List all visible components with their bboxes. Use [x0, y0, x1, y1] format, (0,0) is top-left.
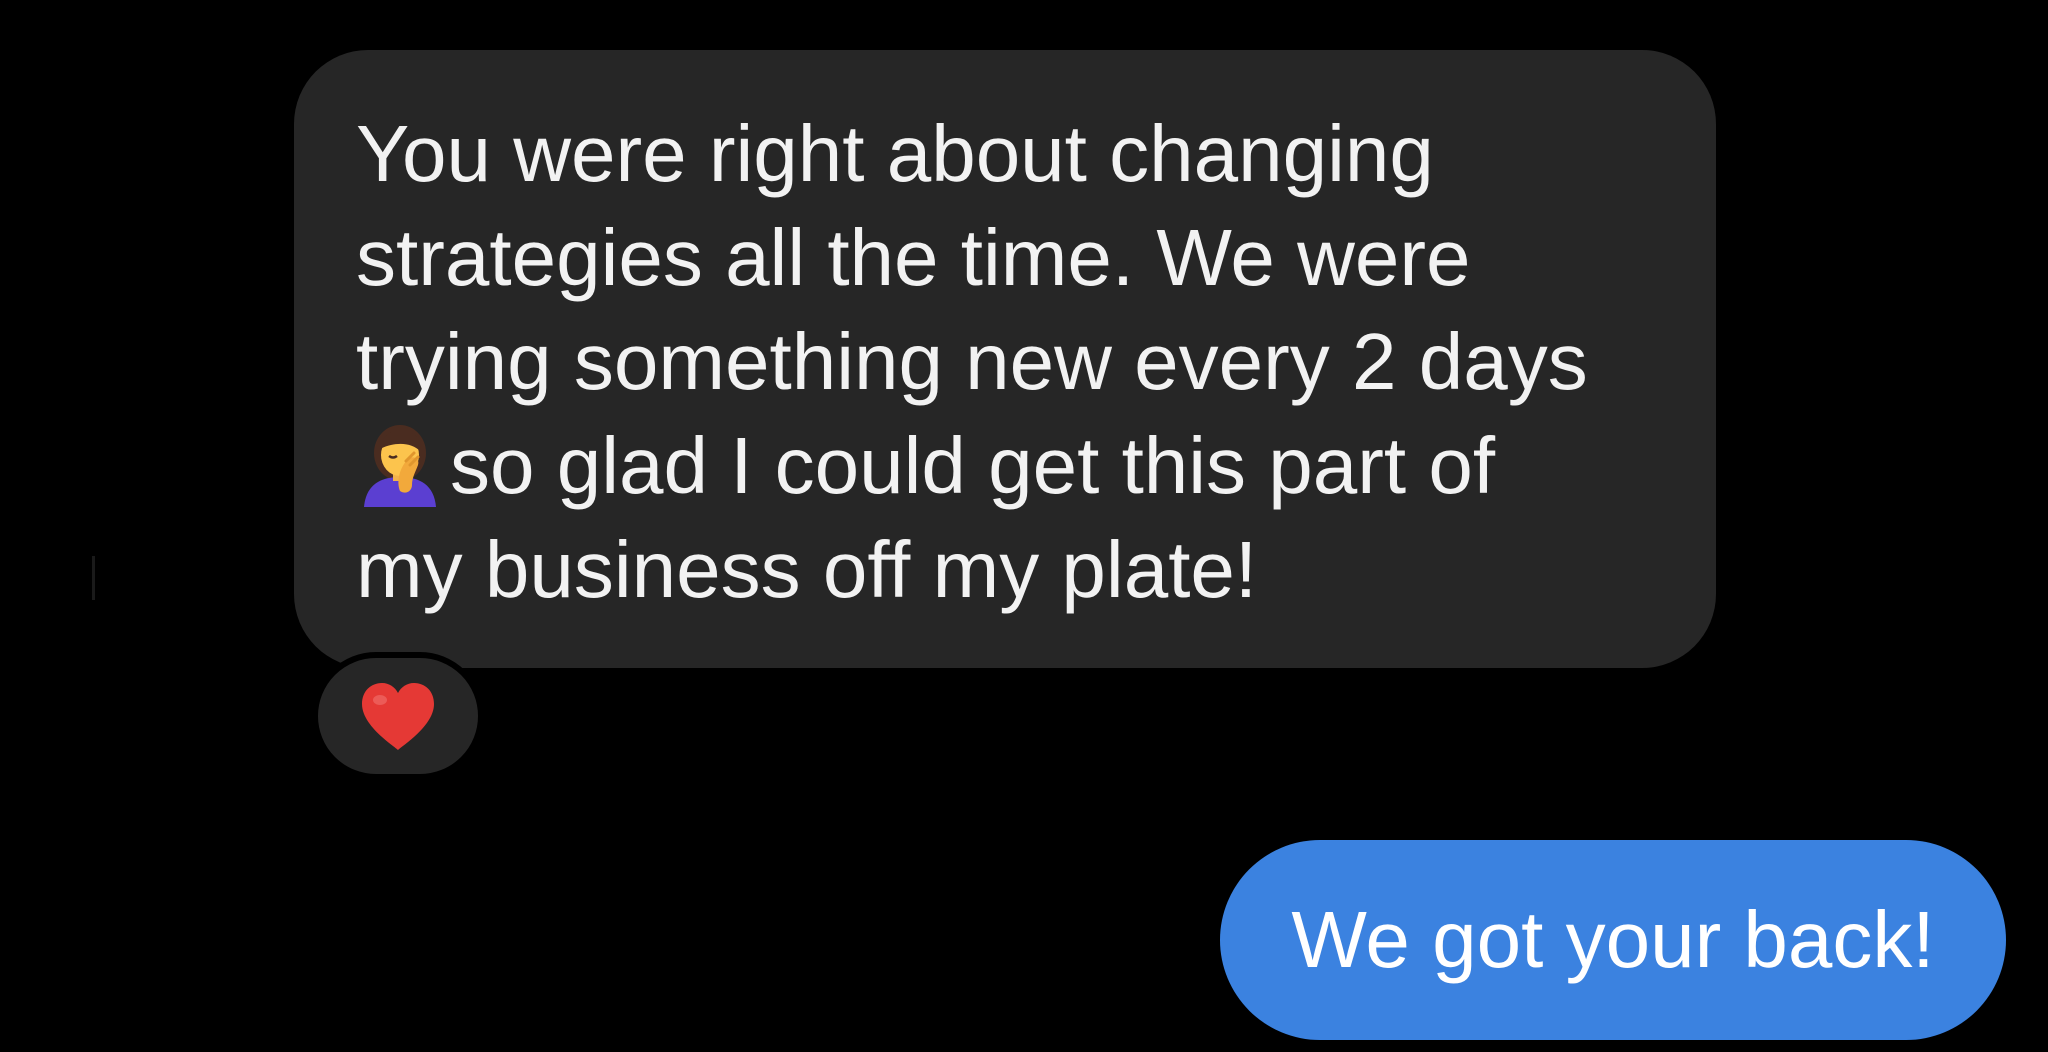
message-reaction-badge[interactable]	[312, 652, 484, 780]
woman-facepalming-emoji-icon	[364, 425, 436, 507]
message-line-3: trying something new every 2 days	[356, 317, 1588, 406]
message-line-1: You were right about changing	[356, 109, 1434, 198]
message-line-4-text: so glad I could get this part of	[450, 421, 1496, 510]
message-line-2: strategies all the time. We were	[356, 213, 1471, 302]
conversation-view: You were right about changing strategies…	[0, 0, 2048, 1052]
scroll-edge-mark	[92, 556, 95, 600]
message-line-5: my business off my plate!	[356, 525, 1258, 614]
outgoing-message-bubble[interactable]: We got your back!	[1220, 840, 2006, 1040]
message-line-4: so glad I could get this part of	[356, 414, 1656, 518]
incoming-message-bubble[interactable]: You were right about changing strategies…	[294, 50, 1716, 668]
outgoing-message-text: We got your back!	[1291, 895, 1935, 984]
heart-icon	[362, 683, 434, 750]
